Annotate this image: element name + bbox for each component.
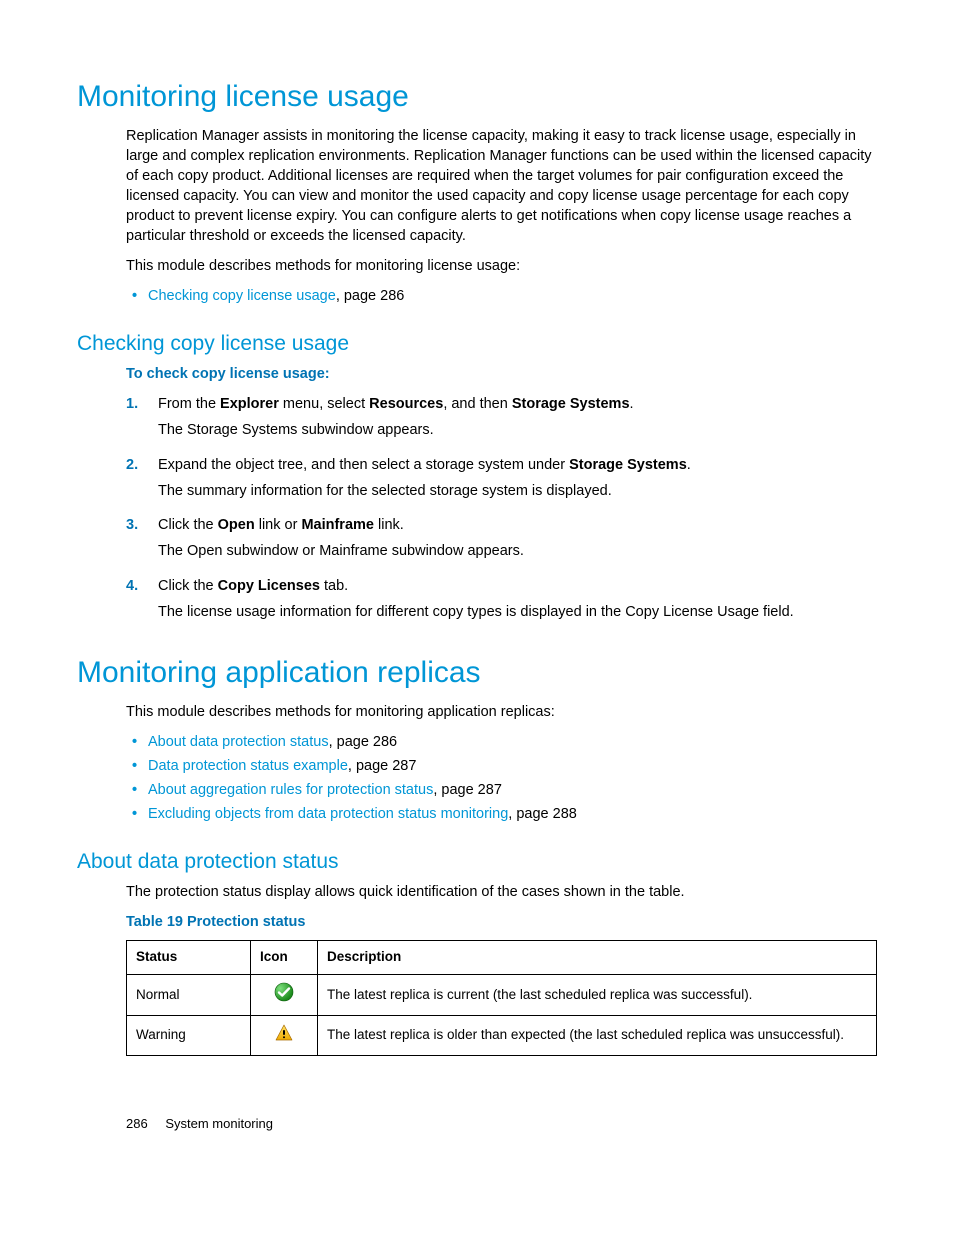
list-item: About aggregation rules for protection s…	[126, 780, 877, 800]
bold-text: Explorer	[220, 396, 279, 412]
warning-icon	[274, 1023, 294, 1043]
bold-text: Mainframe	[301, 517, 374, 533]
paragraph: Replication Manager assists in monitorin…	[126, 126, 877, 246]
protection-status-table: Status Icon Description Normal The latest…	[126, 940, 877, 1056]
paragraph: This module describes methods for monito…	[126, 256, 877, 276]
step-main: Click the Copy Licenses tab.	[158, 576, 877, 596]
step-item: 4. Click the Copy Licenses tab. The licens…	[126, 576, 877, 623]
bullet-list: About data protection status, page 286 Da…	[126, 732, 877, 824]
cell-icon	[251, 1015, 318, 1056]
link-suffix: , page 286	[336, 288, 405, 304]
table-header-status: Status	[127, 941, 251, 975]
link-checking-copy-license-usage[interactable]: Checking copy license usage	[148, 288, 336, 304]
link[interactable]: About data protection status	[148, 734, 329, 750]
link[interactable]: Excluding objects from data protection s…	[148, 806, 508, 822]
list-item: Data protection status example, page 287	[126, 756, 877, 776]
step-number: 2.	[126, 455, 138, 475]
page-number: 286	[126, 1116, 148, 1131]
table-header-icon: Icon	[251, 941, 318, 975]
link-suffix: , page 288	[508, 806, 577, 822]
link[interactable]: About aggregation rules for protection s…	[148, 782, 433, 798]
link[interactable]: Data protection status example	[148, 758, 348, 774]
heading-checking-copy-license-usage: Checking copy license usage	[77, 332, 877, 356]
step-number: 1.	[126, 394, 138, 414]
step-number: 3.	[126, 515, 138, 535]
step-sub: The Open subwindow or Mainframe subwindo…	[158, 541, 877, 561]
link-suffix: , page 287	[348, 758, 417, 774]
step-sub: The summary information for the selected…	[158, 481, 877, 501]
checkmark-icon	[274, 982, 294, 1002]
link-suffix: , page 286	[329, 734, 398, 750]
list-item: Checking copy license usage, page 286	[126, 286, 877, 306]
step-sub: The license usage information for differ…	[158, 602, 877, 622]
step-number: 4.	[126, 576, 138, 596]
page-footer: 286 System monitoring	[77, 1116, 877, 1131]
bold-text: Storage Systems	[569, 457, 687, 473]
step-main: Expand the object tree, and then select …	[158, 455, 877, 475]
bold-text: Storage Systems	[512, 396, 630, 412]
cell-description: The latest replica is older than expecte…	[318, 1015, 877, 1056]
list-item: About data protection status, page 286	[126, 732, 877, 752]
table-row: Warning The latest replica is older than …	[127, 1015, 877, 1056]
bold-text: Copy Licenses	[218, 578, 320, 594]
footer-section: System monitoring	[165, 1116, 273, 1131]
procedure-title: To check copy license usage:	[126, 364, 877, 384]
cell-status: Warning	[127, 1015, 251, 1056]
cell-status: Normal	[127, 975, 251, 1016]
heading-about-data-protection-status: About data protection status	[77, 850, 877, 874]
list-item: Excluding objects from data protection s…	[126, 804, 877, 824]
bold-text: Open	[218, 517, 255, 533]
cell-icon	[251, 975, 318, 1016]
table-header-description: Description	[318, 941, 877, 975]
table-caption: Table 19 Protection status	[126, 912, 877, 932]
ordered-steps: 1. From the Explorer menu, select Resourc…	[126, 394, 877, 622]
step-item: 2. Expand the object tree, and then selec…	[126, 455, 877, 502]
bold-text: Resources	[369, 396, 443, 412]
paragraph: The protection status display allows qui…	[126, 882, 877, 902]
step-item: 1. From the Explorer menu, select Resourc…	[126, 394, 877, 441]
step-main: Click the Open link or Mainframe link.	[158, 515, 877, 535]
paragraph: This module describes methods for monito…	[126, 702, 877, 722]
bullet-list: Checking copy license usage, page 286	[126, 286, 877, 306]
table-row: Normal The latest replica is current (the…	[127, 975, 877, 1016]
link-suffix: , page 287	[433, 782, 502, 798]
cell-description: The latest replica is current (the last …	[318, 975, 877, 1016]
step-main: From the Explorer menu, select Resources…	[158, 394, 877, 414]
heading-monitoring-application-replicas: Monitoring application replicas	[77, 656, 877, 690]
heading-monitoring-license-usage: Monitoring license usage	[77, 80, 877, 114]
step-sub: The Storage Systems subwindow appears.	[158, 420, 877, 440]
step-item: 3. Click the Open link or Mainframe link.…	[126, 515, 877, 562]
